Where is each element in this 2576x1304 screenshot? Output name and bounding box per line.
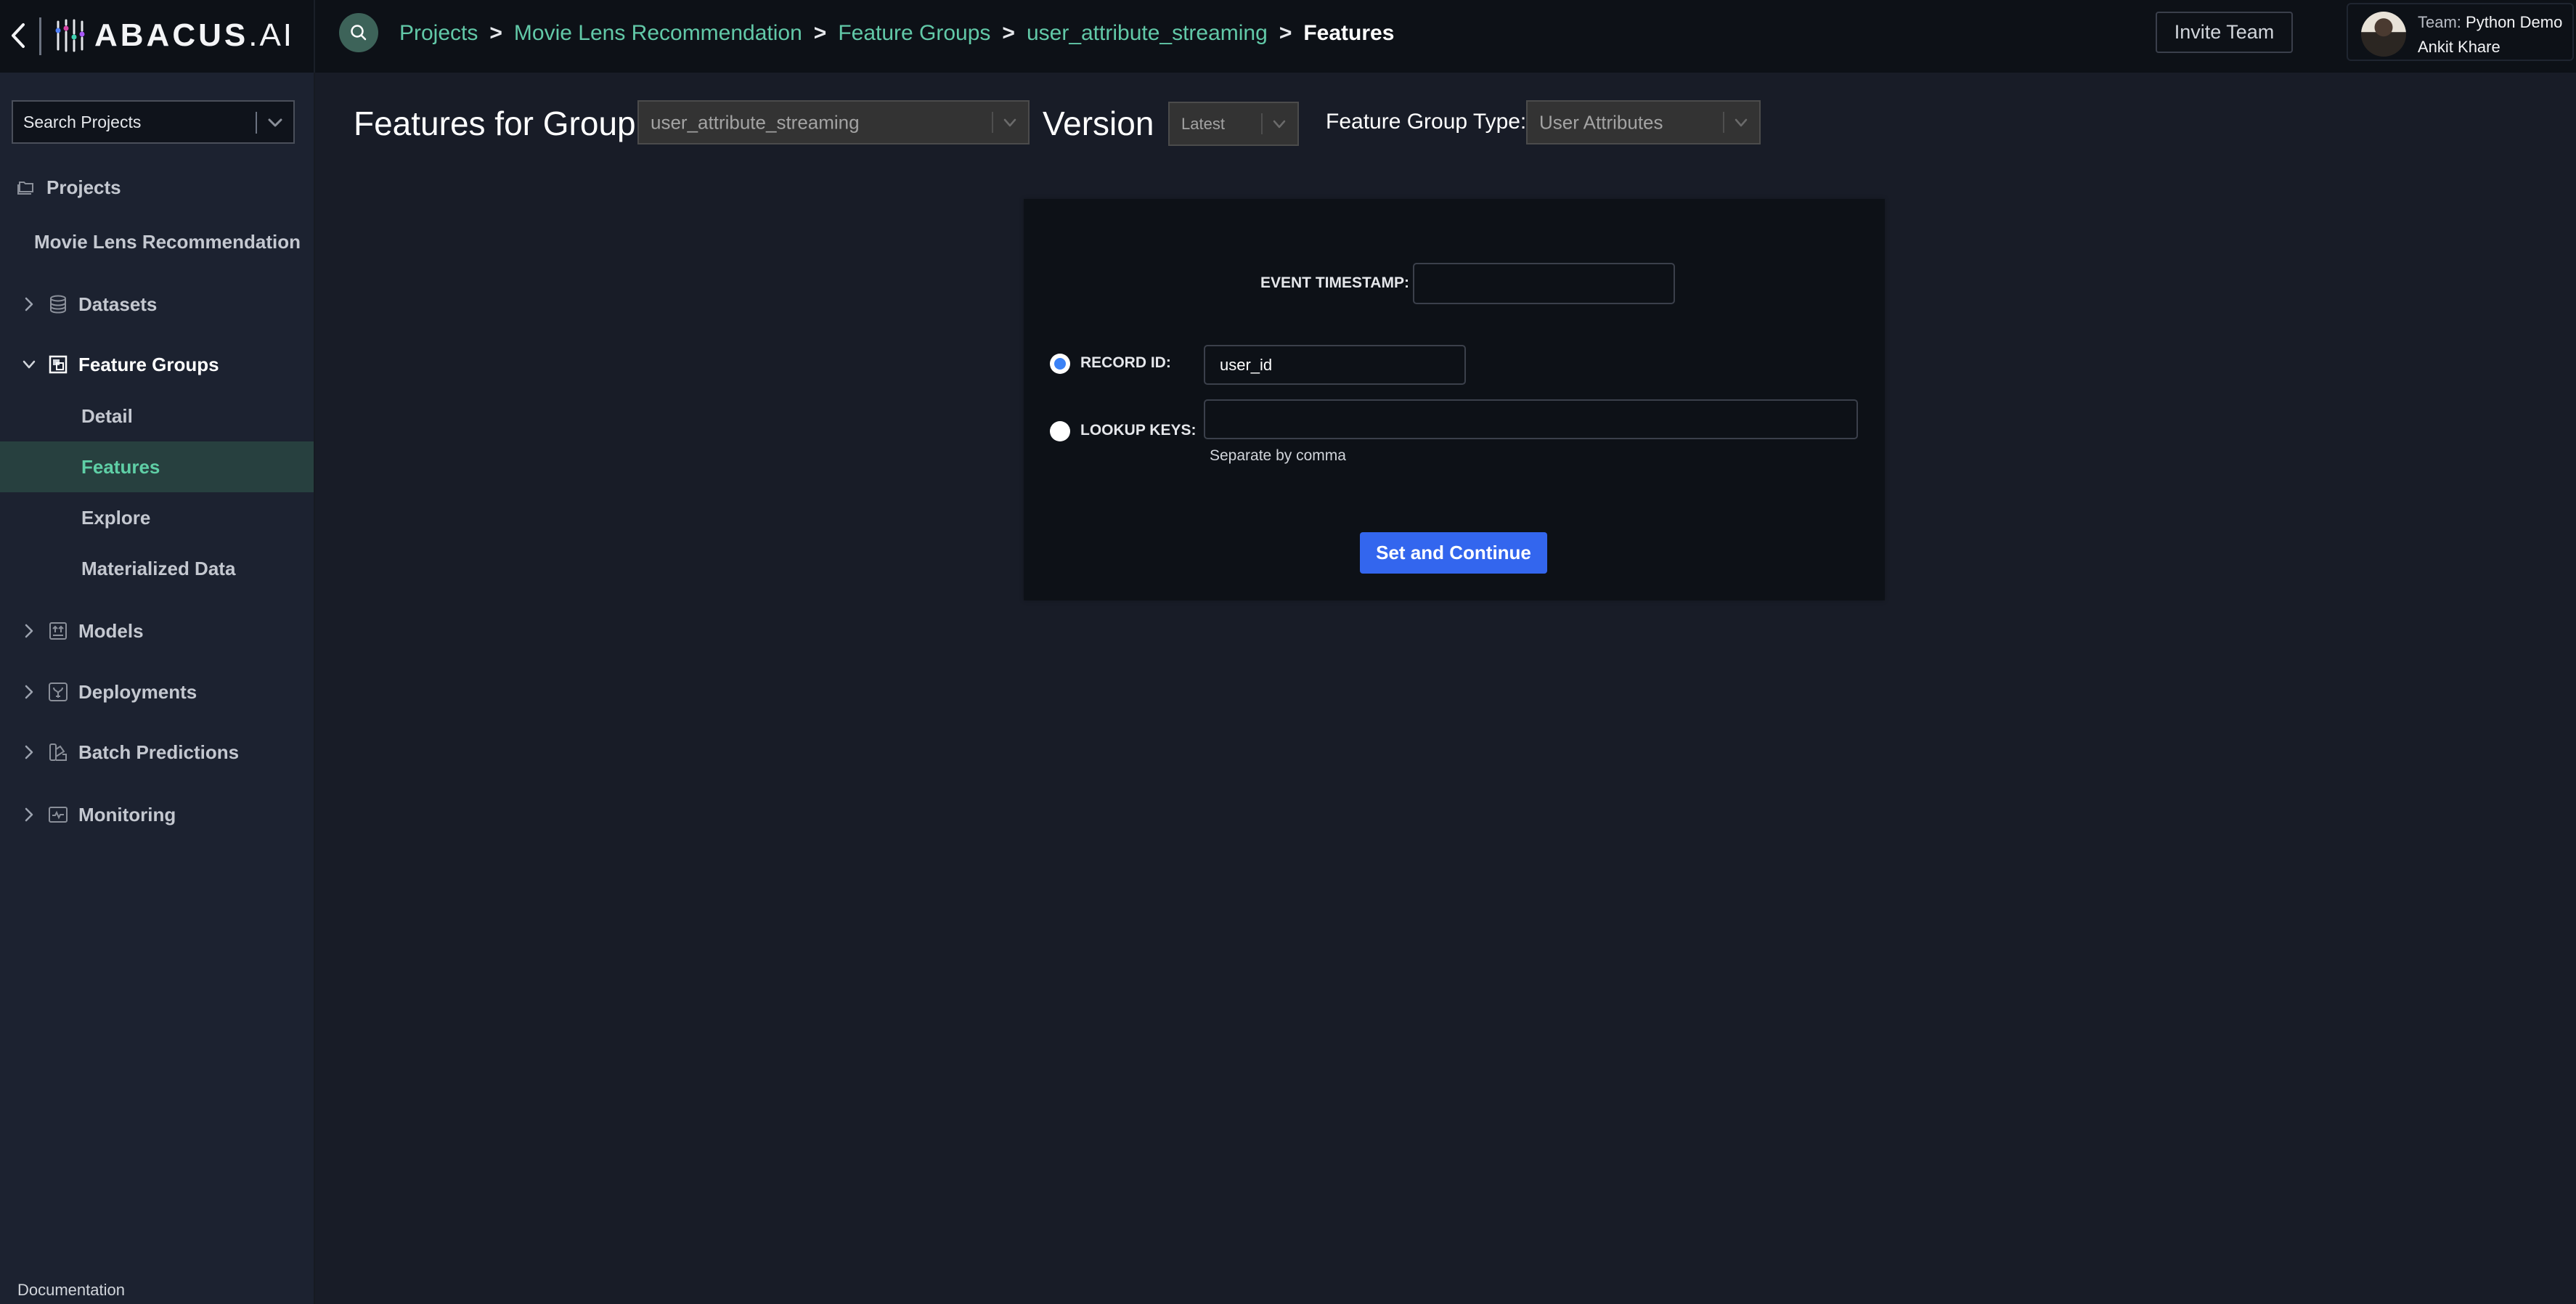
feature-config-panel: EVENT TIMESTAMP: RECORD ID: LOOKUP KEYS:… bbox=[1024, 199, 1885, 600]
abacus-logo-icon bbox=[55, 19, 85, 52]
set-and-continue-button[interactable]: Set and Continue bbox=[1360, 532, 1547, 574]
sidebar-item-label: Feature Groups bbox=[78, 353, 219, 375]
chevron-right-icon[interactable] bbox=[22, 296, 36, 313]
chevron-right-icon[interactable] bbox=[22, 743, 36, 761]
logo-name: ABACUS bbox=[94, 17, 249, 53]
sidebar-item-deployments[interactable]: Deployments bbox=[0, 670, 314, 714]
team-name: Python Demo bbox=[2466, 13, 2563, 31]
breadcrumb-current: Features bbox=[1303, 21, 1395, 45]
sidebar-item-label: Batch Predictions bbox=[78, 741, 240, 763]
breadcrumb-separator: > bbox=[1002, 21, 1015, 45]
breadcrumb-projects[interactable]: Projects bbox=[399, 21, 478, 46]
models-icon bbox=[49, 622, 67, 640]
sidebar-item-label: Monitoring bbox=[78, 803, 176, 826]
top-bar: ABACUS.AI Projects > Movie Lens Recommen… bbox=[0, 0, 2576, 73]
breadcrumb-project[interactable]: Movie Lens Recommendation bbox=[514, 21, 802, 46]
page-title: Features for Group: bbox=[354, 105, 645, 142]
chevron-down-icon[interactable] bbox=[1271, 116, 1287, 132]
sidebar: Search Projects Projects Movie Lens Reco… bbox=[0, 73, 315, 1304]
chevron-down-icon[interactable] bbox=[22, 356, 36, 373]
sidebar-item-label: Datasets bbox=[78, 293, 158, 315]
user-team: Team: Python Demo bbox=[2418, 13, 2562, 32]
record-id-label: RECORD ID: bbox=[1080, 354, 1171, 371]
sidebar-item-label: Models bbox=[78, 619, 144, 642]
breadcrumb-search-button[interactable] bbox=[339, 13, 378, 52]
sidebar-item-label: Materialized Data bbox=[81, 557, 236, 579]
documentation-link[interactable]: Documentation bbox=[17, 1281, 125, 1300]
feature-groups-icon bbox=[49, 355, 68, 374]
sidebar-subitem-materialized-data[interactable]: Materialized Data bbox=[0, 547, 314, 590]
batch-predictions-icon bbox=[49, 743, 67, 761]
select-divider bbox=[1261, 113, 1263, 134]
sidebar-subitem-explore[interactable]: Explore bbox=[0, 496, 314, 539]
lookup-keys-label: LOOKUP KEYS: bbox=[1080, 422, 1197, 439]
breadcrumb-feature-group[interactable]: user_attribute_streaming bbox=[1027, 21, 1268, 46]
sidebar-item-label: Detail bbox=[81, 404, 133, 427]
sidebar-item-label: Projects bbox=[46, 176, 121, 198]
chevron-right-icon[interactable] bbox=[22, 683, 36, 701]
sidebar-item-feature-groups[interactable]: Feature Groups bbox=[0, 343, 314, 386]
deployments-icon bbox=[49, 682, 68, 701]
version-select-value: Latest bbox=[1181, 114, 1225, 133]
search-projects-placeholder: Search Projects bbox=[23, 113, 142, 131]
feature-group-type-label: Feature Group Type: bbox=[1326, 110, 1527, 134]
breadcrumb-separator: > bbox=[1279, 21, 1292, 45]
record-id-radio[interactable] bbox=[1050, 354, 1070, 374]
breadcrumb-separator: > bbox=[813, 21, 827, 45]
sidebar-subitem-detail[interactable]: Detail bbox=[0, 394, 314, 438]
chevron-down-icon[interactable] bbox=[1002, 115, 1018, 131]
user-name: Ankit Khare bbox=[2418, 38, 2500, 56]
sidebar-item-projects[interactable]: Projects bbox=[0, 166, 314, 209]
sidebar-item-label: Features bbox=[81, 455, 160, 478]
sidebar-item-label: Deployments bbox=[78, 680, 197, 703]
sidebar-item-models[interactable]: Models bbox=[0, 609, 314, 653]
feature-group-select-value: user_attribute_streaming bbox=[651, 111, 860, 133]
chevron-right-icon[interactable] bbox=[22, 806, 36, 823]
user-menu[interactable]: Team: Python Demo Ankit Khare bbox=[2347, 3, 2574, 61]
logo-divider bbox=[39, 17, 41, 55]
back-chevron-icon[interactable] bbox=[7, 20, 29, 51]
sidebar-item-current-project[interactable]: Movie Lens Recommendation bbox=[0, 220, 314, 264]
breadcrumb-feature-groups[interactable]: Feature Groups bbox=[838, 21, 990, 46]
avatar bbox=[2361, 12, 2406, 57]
sidebar-item-label: Movie Lens Recommendation bbox=[34, 230, 301, 253]
invite-team-button[interactable]: Invite Team bbox=[2156, 12, 2293, 53]
team-label: Team: bbox=[2418, 13, 2461, 31]
select-divider bbox=[992, 112, 993, 133]
version-select[interactable]: Latest bbox=[1168, 102, 1299, 146]
feature-group-type-select[interactable]: User Attributes bbox=[1526, 100, 1761, 144]
sidebar-item-label: Explore bbox=[81, 506, 151, 529]
chevron-right-icon[interactable] bbox=[22, 622, 36, 640]
logo-suffix: .AI bbox=[248, 17, 295, 53]
version-label: Version bbox=[1043, 105, 1154, 142]
event-timestamp-input[interactable] bbox=[1413, 263, 1675, 304]
lookup-keys-hint: Separate by comma bbox=[1210, 447, 1346, 464]
select-divider bbox=[256, 112, 257, 134]
lookup-keys-radio[interactable] bbox=[1050, 421, 1070, 441]
feature-group-select[interactable]: user_attribute_streaming bbox=[637, 100, 1030, 144]
sidebar-item-batch-predictions[interactable]: Batch Predictions bbox=[0, 730, 314, 774]
record-id-input[interactable] bbox=[1204, 345, 1466, 385]
chevron-down-icon[interactable] bbox=[266, 113, 285, 132]
search-icon bbox=[351, 25, 367, 41]
chevron-down-icon[interactable] bbox=[1733, 115, 1749, 131]
breadcrumb-separator: > bbox=[489, 21, 502, 45]
lookup-keys-input[interactable] bbox=[1204, 399, 1858, 439]
monitoring-icon bbox=[49, 807, 68, 823]
event-timestamp-label: EVENT TIMESTAMP: bbox=[1260, 274, 1409, 291]
select-divider bbox=[1723, 112, 1724, 133]
sidebar-item-monitoring[interactable]: Monitoring bbox=[0, 793, 314, 836]
sidebar-item-datasets[interactable]: Datasets bbox=[0, 282, 314, 326]
breadcrumb: Projects > Movie Lens Recommendation > F… bbox=[399, 19, 1394, 48]
logo-text: ABACUS.AI bbox=[94, 17, 294, 54]
database-icon bbox=[50, 295, 66, 314]
sidebar-subitem-features[interactable]: Features bbox=[0, 441, 314, 492]
logo-area: ABACUS.AI bbox=[0, 0, 315, 73]
feature-group-type-value: User Attributes bbox=[1539, 111, 1663, 133]
folder-icon bbox=[17, 182, 33, 195]
search-projects-select[interactable]: Search Projects bbox=[12, 100, 295, 144]
